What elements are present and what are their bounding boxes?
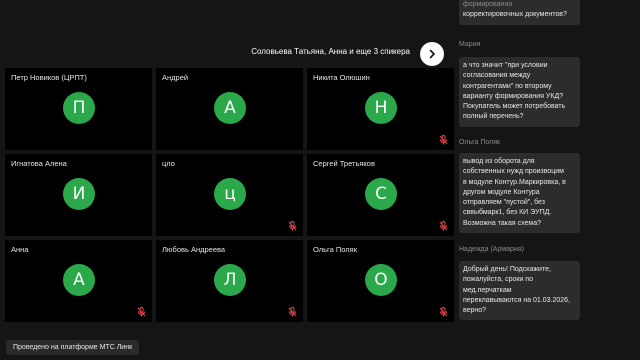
mic-muted-icon (288, 307, 297, 317)
participant-tile[interactable]: Ольга Поляк О (307, 240, 454, 322)
participant-tile[interactable]: Сергей Третьяков С (307, 154, 454, 236)
platform-badge[interactable]: Проведено на платформе МТС Линк (6, 340, 140, 355)
avatar: П (63, 92, 95, 124)
next-speakers-button[interactable] (420, 42, 444, 66)
chat-message-line: мед.перчаткам (463, 286, 512, 294)
chat-panel[interactable]: формирования корректировочных документов… (452, 0, 640, 330)
active-speakers-bar: Соловьева Татьяна, Анна и еще 3 спикера (0, 42, 446, 66)
chat-message-bubble: вывод из оборота для собственных нужд пр… (459, 153, 580, 234)
avatar: ц (214, 178, 246, 210)
participant-name: Игнатова Алена (11, 159, 67, 168)
participant-name: Андрей (162, 73, 189, 82)
chat-message-line: собственных нужд произвоцим (463, 168, 564, 176)
chat-message-line: формирования (463, 1, 513, 8)
chat-message-line: Добрый день! Подскажите, (463, 266, 551, 273)
chat-message-line: полный перечень? (463, 113, 524, 121)
chat-message-line: контрагентами" по второму (463, 82, 552, 90)
participant-name: цло (162, 159, 175, 168)
chat-message-line: согласования между (463, 72, 531, 80)
chat-message-line: пожалуйста, сроки по (463, 276, 533, 284)
participant-name: Любовь Андреева (162, 245, 226, 254)
chat-message-bubble: формирования корректировочных документов… (459, 0, 580, 25)
chat-message-author: Мария (459, 41, 481, 48)
mic-muted-icon (439, 307, 448, 317)
participant-name: Ольга Поляк (313, 245, 357, 254)
participant-tile[interactable]: Андрей А (156, 68, 303, 150)
mic-muted-icon (439, 135, 448, 145)
avatar: Л (214, 264, 246, 296)
chat-message-line: отправляем "пустой", без (463, 199, 545, 207)
participant-tile[interactable]: цло ц (156, 154, 303, 236)
mic-muted-icon (288, 221, 297, 231)
participant-tile[interactable]: Анна А (5, 240, 152, 322)
participants-grid: Петр Новиков (ЦРПТ) П Андрей А Никита Ол… (5, 68, 454, 323)
chat-message-line: сввыбмарк1, без КИ ЭУПД. (463, 209, 552, 217)
chat-message-author: Ольга Поляк (459, 139, 501, 146)
chat-message-line: а что значит "при условии (463, 62, 548, 69)
avatar: Н (365, 92, 397, 124)
avatar: А (214, 92, 246, 124)
chat-message-line: Возможна такая схема? (463, 219, 541, 227)
chat-message-author: Надежда (Армария) (459, 246, 524, 253)
chat-message-bubble: а что значит "при условии согласования м… (459, 57, 580, 127)
participant-name: Сергей Третьяков (313, 159, 375, 168)
participant-tile[interactable]: Любовь Андреева Л (156, 240, 303, 322)
chat-message-line: в модуле Контур.Маркировка, в (463, 178, 566, 186)
chat-message-line: переклавываются на 01.03.2026, (463, 296, 571, 304)
participant-name: Никита Олюшин (313, 73, 370, 82)
active-speakers-label: Соловьева Татьяна, Анна и еще 3 спикера (251, 47, 410, 56)
avatar: О (365, 264, 397, 296)
chevron-right-icon (429, 49, 435, 59)
avatar: А (63, 264, 95, 296)
chat-message-line: верно? (463, 307, 487, 315)
chat-message-line: Покупатель может потребовать (463, 103, 566, 111)
mic-muted-icon (439, 221, 448, 231)
avatar: С (365, 178, 397, 210)
mic-muted-icon (137, 307, 146, 317)
participant-name: Петр Новиков (ЦРПТ) (11, 73, 87, 82)
participant-tile[interactable]: Никита Олюшин Н (307, 68, 454, 150)
participant-tile[interactable]: Петр Новиков (ЦРПТ) П (5, 68, 152, 150)
chat-message-line: корректировочных документов? (463, 11, 567, 19)
avatar: И (63, 178, 95, 210)
participant-tile[interactable]: Игнатова Алена И (5, 154, 152, 236)
participant-name: Анна (11, 245, 29, 254)
chat-message-line: другом модуле Контура (463, 188, 540, 196)
chat-message-bubble: Добрый день! Подскажите, пожалуйста, сро… (459, 261, 580, 321)
chat-message-line: вывод из оборота для (463, 158, 535, 165)
chat-message-line: варианту формирования УКД? (463, 92, 564, 100)
